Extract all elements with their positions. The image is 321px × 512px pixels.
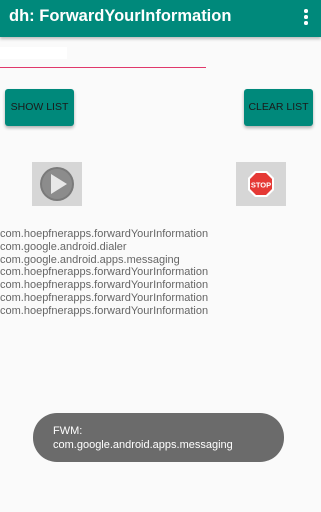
list-item: com.hoepfnerapps.forwardYourInformation [0, 279, 209, 292]
stop-label: STOP [251, 181, 271, 190]
list-item: com.hoepfnerapps.forwardYourInformation [0, 266, 209, 279]
toast-line-2: com.google.android.apps.messaging [53, 439, 233, 451]
list-item: com.hoepfnerapps.forwardYourInformation [0, 291, 209, 304]
overflow-menu-icon[interactable] [303, 9, 309, 27]
list-item: com.hoepfnerapps.forwardYourInformation [0, 228, 209, 240]
stop-icon: STOP [248, 171, 274, 197]
play-icon [40, 167, 74, 201]
toast-line-1: FWM: [53, 425, 83, 437]
play-button[interactable] [32, 162, 82, 206]
app-title: dh: ForwardYourInformation [9, 7, 232, 25]
input-highlight [0, 47, 67, 59]
stop-button[interactable]: STOP [236, 162, 286, 206]
package-list: com.hoepfnerapps.forwardYourInformation … [0, 228, 321, 318]
toast-message: FWM: com.google.android.apps.messaging [33, 413, 284, 462]
clear-list-button[interactable]: CLEAR LIST [244, 89, 313, 126]
list-item: com.hoepfnerapps.forwardYourInformation [0, 304, 209, 317]
list-item: com.google.android.apps.messaging [0, 253, 180, 266]
list-item: com.google.android.dialer [0, 240, 127, 253]
show-list-button[interactable]: SHOW LIST [5, 89, 74, 126]
app-bar: dh: ForwardYourInformation [0, 0, 321, 37]
